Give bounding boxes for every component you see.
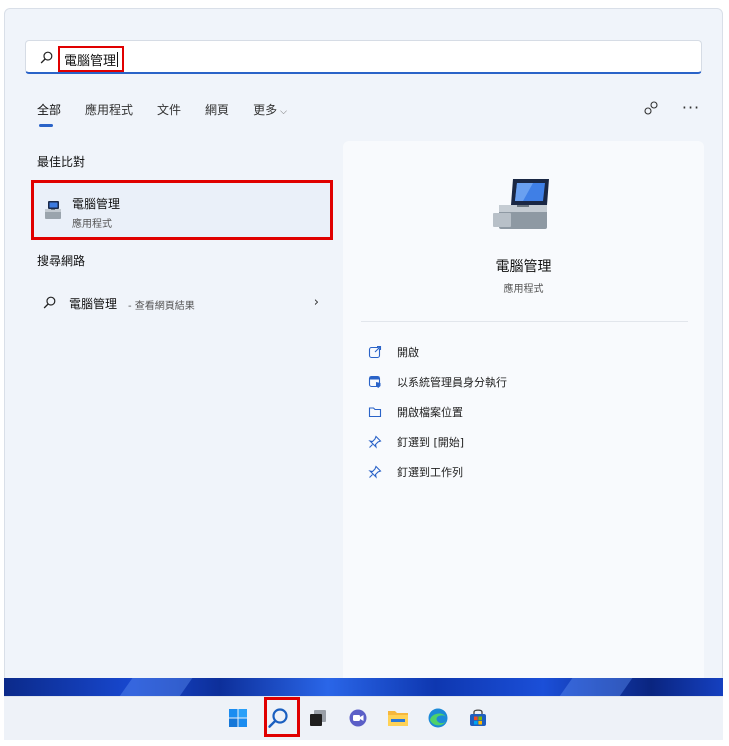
store-button[interactable]	[466, 706, 490, 730]
tab-web[interactable]: 網頁	[205, 101, 229, 118]
pin-icon	[367, 434, 383, 450]
tab-all[interactable]: 全部	[37, 101, 61, 127]
search-panel: 電腦管理 全部 應用程式 文件 網頁 更多 ⌵ ··· 最佳比對 電腦管理 應用…	[4, 8, 723, 684]
computer-management-icon	[45, 201, 61, 219]
detail-actions: 開啟 以系統管理員身分執行 開啟檔案位置 釘選到 [開始] 釘選到工作列	[367, 337, 507, 487]
action-open-file-location-label: 開啟檔案位置	[397, 406, 463, 419]
run-as-admin-icon	[367, 374, 383, 390]
best-match-title: 電腦管理	[72, 197, 121, 211]
tab-more[interactable]: 更多 ⌵	[253, 101, 287, 118]
web-search-result[interactable]: 電腦管理 - 查看網頁結果 ›	[31, 290, 329, 316]
detail-pane: 電腦管理 應用程式 開啟 以系統管理員身分執行 開啟檔案位置 釘選到 [開始] …	[343, 141, 704, 684]
store-icon	[470, 709, 486, 726]
text-caret	[117, 51, 119, 67]
action-pin-to-start[interactable]: 釘選到 [開始]	[367, 427, 507, 457]
chat-button[interactable]	[346, 706, 370, 730]
pin-icon	[367, 464, 383, 480]
chevron-right-icon: ›	[313, 295, 319, 310]
file-explorer-button[interactable]	[386, 706, 410, 730]
search-box[interactable]: 電腦管理	[25, 40, 702, 74]
taskbar-search-highlight	[264, 697, 300, 737]
web-result-hint: - 查看網頁結果	[128, 301, 195, 312]
best-match-subtitle: 應用程式	[72, 219, 112, 230]
account-switch-button[interactable]	[642, 99, 660, 117]
start-icon	[229, 709, 247, 727]
chat-icon	[349, 709, 367, 727]
action-open-label: 開啟	[397, 346, 419, 359]
chevron-down-icon: ⌵	[280, 107, 287, 117]
more-options-button[interactable]: ···	[682, 99, 700, 117]
tab-documents[interactable]: 文件	[157, 101, 181, 118]
computer-management-icon	[493, 179, 549, 229]
search-input[interactable]: 電腦管理	[64, 50, 116, 69]
divider	[361, 321, 688, 322]
edge-icon	[428, 708, 448, 728]
detail-subtitle: 應用程式	[503, 284, 544, 295]
start-button[interactable]	[226, 706, 250, 730]
web-search-heading: 搜尋網路	[37, 254, 86, 268]
search-icon	[43, 296, 56, 309]
tab-apps[interactable]: 應用程式	[85, 101, 133, 118]
detail-title: 電腦管理	[495, 259, 552, 275]
folder-icon	[367, 404, 383, 420]
best-match-heading: 最佳比對	[37, 155, 86, 169]
action-open-file-location[interactable]: 開啟檔案位置	[367, 397, 507, 427]
account-icon	[644, 101, 658, 115]
edge-button[interactable]	[426, 706, 450, 730]
ellipsis-icon: ···	[681, 98, 701, 117]
task-view-icon	[310, 710, 326, 726]
search-query-highlight: 電腦管理	[58, 46, 125, 72]
desktop-wallpaper	[4, 678, 723, 696]
action-run-as-admin[interactable]: 以系統管理員身分執行	[367, 367, 507, 397]
file-explorer-icon	[388, 711, 408, 726]
action-run-as-admin-label: 以系統管理員身分執行	[397, 376, 507, 389]
screen: 電腦管理 全部 應用程式 文件 網頁 更多 ⌵ ··· 最佳比對 電腦管理 應用…	[0, 0, 729, 746]
web-result-title: 電腦管理	[69, 297, 118, 311]
filter-tabs: 全部 應用程式 文件 網頁 更多 ⌵	[37, 101, 311, 127]
open-icon	[367, 344, 383, 360]
search-icon	[40, 51, 53, 64]
action-pin-to-start-label: 釘選到 [開始]	[397, 436, 465, 449]
top-actions: ···	[642, 99, 700, 117]
action-pin-to-taskbar[interactable]: 釘選到工作列	[367, 457, 507, 487]
action-pin-to-taskbar-label: 釘選到工作列	[397, 466, 463, 479]
action-open[interactable]: 開啟	[367, 337, 507, 367]
best-match-result[interactable]: 電腦管理 應用程式	[31, 180, 333, 240]
task-view-button[interactable]	[306, 706, 330, 730]
